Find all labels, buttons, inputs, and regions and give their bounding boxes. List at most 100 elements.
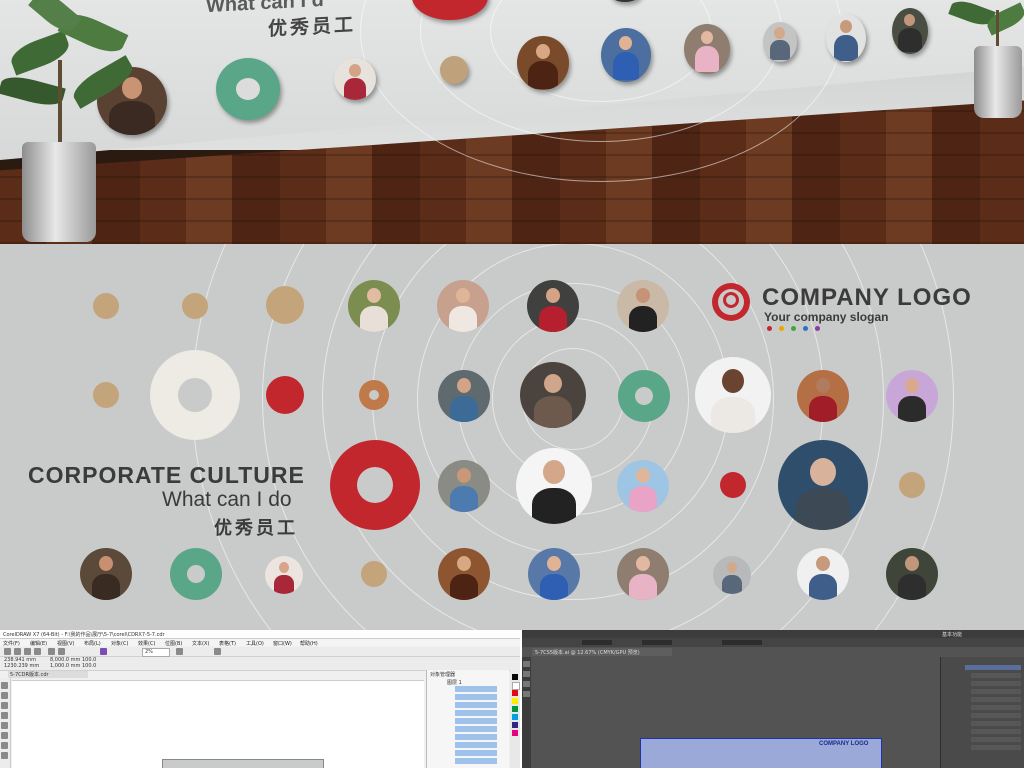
menu-item[interactable]: 效果(C)	[138, 640, 155, 647]
object-row[interactable]	[455, 694, 497, 700]
menu-item[interactable]: 对象(C)	[111, 640, 128, 647]
object-row[interactable]	[455, 758, 497, 764]
slogan-color-dot	[803, 326, 808, 331]
menu-item[interactable]: 文件(F)	[3, 640, 20, 647]
employee-photo	[438, 460, 490, 512]
layer-row[interactable]	[971, 721, 1021, 726]
employee-photo	[80, 548, 132, 600]
menu-item[interactable]: 位图(B)	[165, 640, 182, 647]
zoom-level-field[interactable]: 2%	[142, 648, 170, 657]
menu-item[interactable]: 文本(X)	[192, 640, 209, 647]
height-field[interactable]: 1230.239 mm	[4, 663, 39, 669]
selection-tool-icon[interactable]	[523, 661, 530, 667]
coreldraw-window: CorelDRAW X7 (64-Bit) - F:\我的作品\展厅\5-7\c…	[0, 630, 520, 768]
coreldraw-titlebar: CorelDRAW X7 (64-Bit) - F:\我的作品\展厅\5-7\c…	[0, 630, 520, 639]
pick-tool-icon[interactable]	[1, 682, 8, 689]
artboard-preview[interactable]: COMPANY LOGO	[640, 738, 882, 768]
menu-item[interactable]: 表格(T)	[219, 640, 236, 647]
menu-item[interactable]: 帮助(H)	[300, 640, 318, 647]
pattern-donut-cream	[150, 350, 240, 440]
tan-dot	[899, 472, 925, 498]
plant-left	[0, 0, 140, 160]
options-icon[interactable]	[214, 648, 221, 655]
layer-row[interactable]	[971, 729, 1021, 734]
object-row[interactable]	[455, 726, 497, 732]
layer-row[interactable]	[971, 673, 1021, 678]
employee-photo	[695, 357, 771, 433]
opacity-field[interactable]	[722, 640, 762, 645]
layer-row[interactable]	[971, 705, 1021, 710]
zoom-tool-icon[interactable]	[1, 712, 8, 719]
layer-row[interactable]	[971, 697, 1021, 702]
object-row[interactable]	[455, 734, 497, 740]
shape-tool-icon[interactable]	[1, 692, 8, 699]
document-tab[interactable]: 5-7CS5版本.ai @ 12.67% (CMYK/GPU 预览)	[532, 648, 672, 656]
new-icon[interactable]	[4, 648, 11, 655]
object-row[interactable]	[455, 702, 497, 708]
coreldraw-title: CorelDRAW X7 (64-Bit) - F:\我的作品\展厅\5-7\c…	[3, 632, 165, 638]
layer-row[interactable]	[971, 713, 1021, 718]
employee-photo	[265, 556, 303, 594]
layer-label[interactable]: 图层 1	[447, 679, 462, 686]
color-swatch[interactable]	[512, 706, 518, 712]
stroke-selector[interactable]	[642, 640, 672, 645]
object-row[interactable]	[455, 750, 497, 756]
layer-row[interactable]	[965, 665, 1021, 670]
object-row[interactable]	[455, 710, 497, 716]
rectangle-tool-icon[interactable]	[1, 732, 8, 739]
fill-selector[interactable]	[582, 640, 612, 645]
document-tab[interactable]: 5-7CDR版本.cdr	[8, 671, 88, 678]
pen-tool-icon[interactable]	[523, 681, 530, 687]
employee-photo	[617, 460, 669, 512]
menu-item[interactable]: 视图(V)	[57, 640, 74, 647]
redo-icon[interactable]	[58, 648, 65, 655]
freehand-tool-icon[interactable]	[1, 722, 8, 729]
save-icon[interactable]	[24, 648, 31, 655]
direct-selection-tool-icon[interactable]	[523, 671, 530, 677]
green-donut	[618, 370, 670, 422]
print-icon[interactable]	[34, 648, 41, 655]
slogan-color-dots	[767, 326, 837, 332]
object-row[interactable]	[455, 742, 497, 748]
open-icon[interactable]	[14, 648, 21, 655]
color-swatch[interactable]	[512, 698, 518, 704]
color-swatch[interactable]	[512, 690, 518, 696]
slogan-color-dot	[791, 326, 796, 331]
company-logo-icon	[712, 283, 750, 321]
wall-render-photo: What can I d 优秀员工	[0, 0, 1024, 244]
menu-item[interactable]: 编辑(E)	[30, 640, 47, 647]
color-swatch[interactable]	[512, 730, 518, 736]
type-tool-icon[interactable]	[523, 691, 530, 697]
subheadline: What can I do	[162, 488, 292, 511]
employee-photo	[520, 362, 586, 428]
menu-item[interactable]: 工具(O)	[246, 640, 264, 647]
striped-donut	[359, 380, 389, 410]
corel-connect-icon[interactable]	[100, 648, 107, 655]
object-size-height[interactable]: 1,000.0 mm	[50, 663, 80, 669]
layer-row[interactable]	[971, 681, 1021, 686]
layer-row[interactable]	[971, 689, 1021, 694]
employee-photo	[516, 448, 592, 524]
scale-y-field[interactable]: 100.0	[82, 663, 96, 669]
slogan-color-dot	[767, 326, 772, 331]
coreldraw-property-bar: 238.941 mm 1230.239 mm 8,000.0 mm 1,000.…	[0, 657, 520, 671]
snap-icon[interactable]	[176, 648, 183, 655]
layer-row[interactable]	[971, 745, 1021, 750]
color-swatch[interactable]	[512, 722, 518, 728]
color-swatch[interactable]	[512, 682, 520, 690]
layer-row[interactable]	[971, 737, 1021, 742]
color-swatch[interactable]	[512, 674, 518, 680]
undo-icon[interactable]	[48, 648, 55, 655]
workspace-switcher[interactable]: 基本功能	[942, 631, 962, 638]
color-swatch[interactable]	[512, 714, 518, 720]
text-tool-icon[interactable]	[1, 752, 8, 759]
ellipse-tool-icon[interactable]	[1, 742, 8, 749]
menu-item[interactable]: 布局(L)	[84, 640, 101, 647]
drawing-canvas[interactable]	[12, 680, 424, 768]
artboard-logo-text: COMPANY LOGO	[819, 741, 869, 747]
crop-tool-icon[interactable]	[1, 702, 8, 709]
menu-item[interactable]: 窗口(W)	[273, 640, 292, 647]
layers-panel	[940, 657, 1024, 768]
object-row[interactable]	[455, 718, 497, 724]
object-row[interactable]	[455, 686, 497, 692]
